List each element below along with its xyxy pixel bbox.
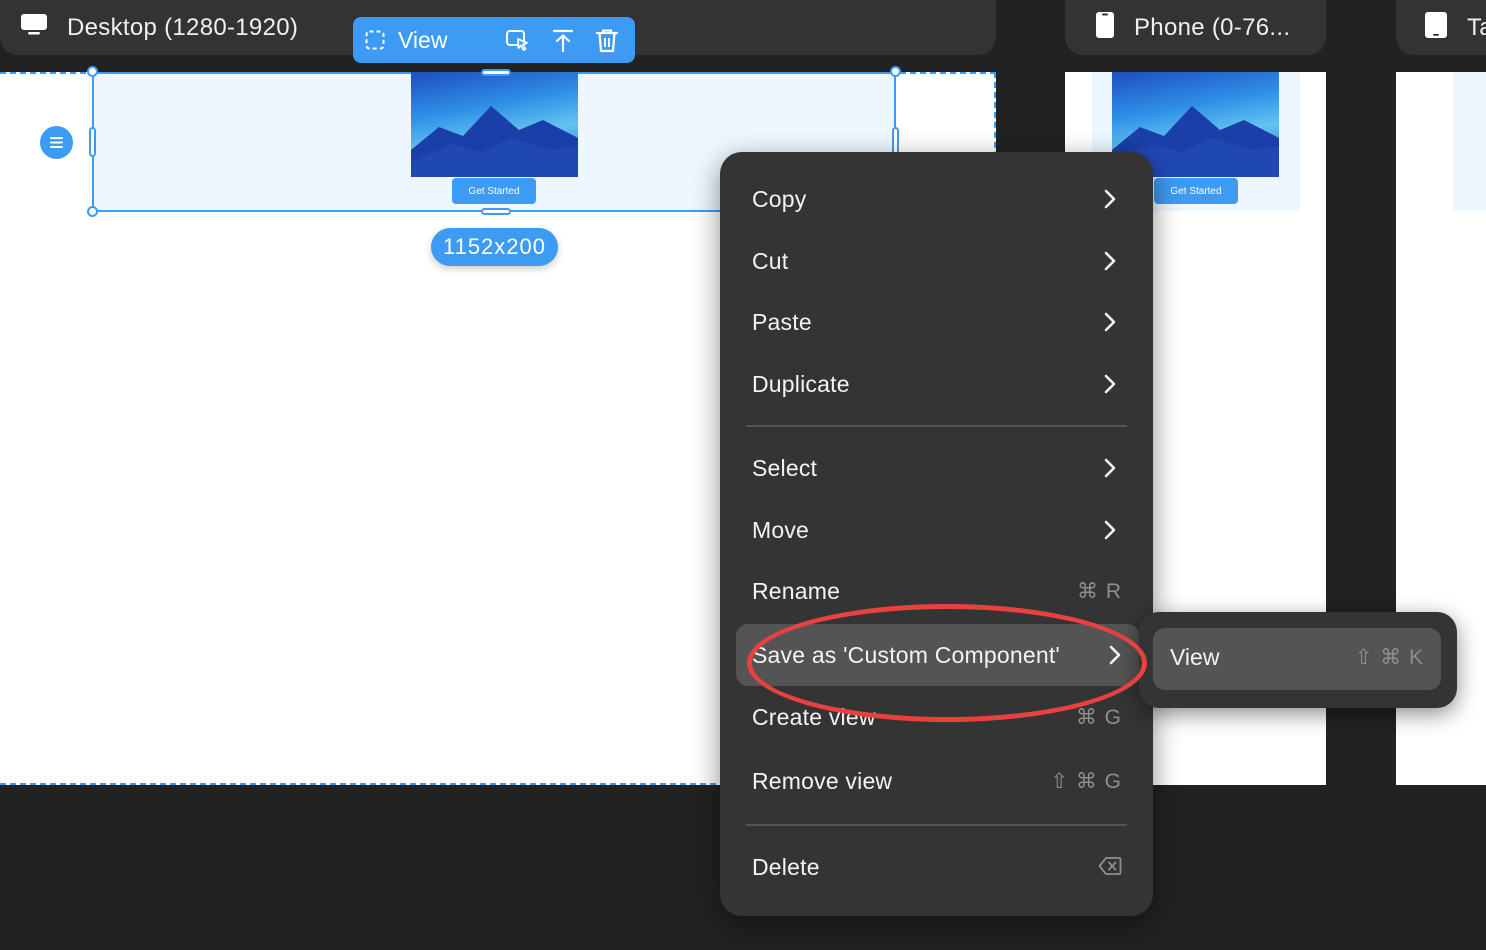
menu-item-duplicate[interactable]: Duplicate — [736, 354, 1139, 414]
menu-item-label: Remove view — [752, 767, 893, 794]
chevron-right-icon — [1098, 456, 1122, 480]
context-menu: Copy Cut Paste Duplicate Select Move Ren… — [720, 152, 1153, 916]
submenu-item-view[interactable]: View ⇧ ⌘ K — [1153, 628, 1441, 690]
menu-item-label: Move — [752, 516, 810, 543]
hero-image — [411, 72, 578, 177]
menu-item-label: Select — [752, 454, 818, 481]
menu-item-paste[interactable]: Paste — [736, 292, 1139, 352]
desktop-frame-title: Desktop (1280-1920) — [67, 13, 299, 41]
tablet-icon — [1425, 12, 1447, 43]
chevron-right-icon — [1098, 310, 1122, 334]
menu-item-save-as-custom-component[interactable]: Save as 'Custom Component' — [736, 624, 1139, 686]
menu-item-label: Cut — [752, 247, 789, 274]
resize-handle-bottom-left[interactable] — [87, 206, 98, 217]
selection-toolbar: View — [353, 17, 635, 63]
shortcut-label: ⇧ ⌘ G — [1050, 769, 1122, 793]
dimensions-badge: 1152x200 — [431, 228, 558, 266]
shortcut-label: ⇧ ⌘ K — [1354, 646, 1424, 669]
menu-item-label: Create view — [752, 703, 876, 730]
phone-get-started-button[interactable]: Get Started — [1154, 178, 1238, 204]
tablet-view[interactable] — [1453, 72, 1486, 211]
menu-item-delete[interactable]: Delete — [736, 837, 1139, 897]
tablet-frame-header[interactable]: Ta — [1396, 0, 1486, 55]
save-component-submenu: View ⇧ ⌘ K — [1139, 612, 1457, 708]
layer-menu-icon[interactable] — [40, 126, 73, 159]
monitor-icon — [21, 14, 47, 41]
menu-item-label: Copy — [752, 185, 807, 212]
menu-item-label: Delete — [752, 853, 820, 880]
chevron-right-icon — [1098, 249, 1122, 273]
menu-item-label: Duplicate — [752, 370, 850, 397]
move-to-top-icon[interactable] — [551, 28, 575, 59]
shortcut-label: ⌘ R — [1077, 579, 1122, 603]
select-pointer-icon[interactable] — [505, 28, 531, 59]
menu-item-label: Paste — [752, 308, 812, 335]
menu-item-copy[interactable]: Copy — [736, 169, 1139, 229]
phone-frame-title: Phone (0-76... — [1134, 13, 1291, 41]
menu-item-select[interactable]: Select — [736, 438, 1139, 498]
resize-handle-bottom[interactable] — [481, 208, 511, 215]
phone-frame-header[interactable]: Phone (0-76... — [1065, 0, 1326, 55]
menu-item-create-view[interactable]: Create view ⌘ G — [736, 687, 1139, 747]
menu-item-label: Rename — [752, 577, 841, 604]
menu-separator — [746, 824, 1127, 826]
chevron-right-icon — [1098, 187, 1122, 211]
resize-handle-top-right[interactable] — [890, 66, 901, 77]
chevron-right-icon — [1098, 518, 1122, 542]
selection-dashed-icon — [365, 30, 385, 55]
shortcut-label: ⌘ G — [1075, 705, 1122, 729]
menu-item-cut[interactable]: Cut — [736, 231, 1139, 291]
delete-key-icon — [1098, 856, 1122, 881]
get-started-button[interactable]: Get Started — [452, 178, 536, 204]
menu-item-rename[interactable]: Rename ⌘ R — [736, 561, 1139, 621]
submenu-item-label: View — [1170, 644, 1220, 670]
chevron-right-icon — [1098, 372, 1122, 396]
menu-item-remove-view[interactable]: Remove view ⇧ ⌘ G — [736, 751, 1139, 811]
chevron-right-icon — [1103, 643, 1127, 667]
resize-handle-left[interactable] — [89, 127, 96, 157]
tablet-frame-title: Ta — [1467, 13, 1486, 41]
phone-icon — [1096, 12, 1114, 43]
menu-item-label: Save as 'Custom Component' — [752, 641, 1061, 668]
trash-icon[interactable] — [595, 28, 619, 59]
menu-separator — [746, 425, 1127, 427]
resize-handle-top[interactable] — [481, 69, 511, 76]
resize-handle-top-left[interactable] — [87, 66, 98, 77]
menu-item-move[interactable]: Move — [736, 500, 1139, 560]
toolbar-label: View — [398, 27, 448, 53]
